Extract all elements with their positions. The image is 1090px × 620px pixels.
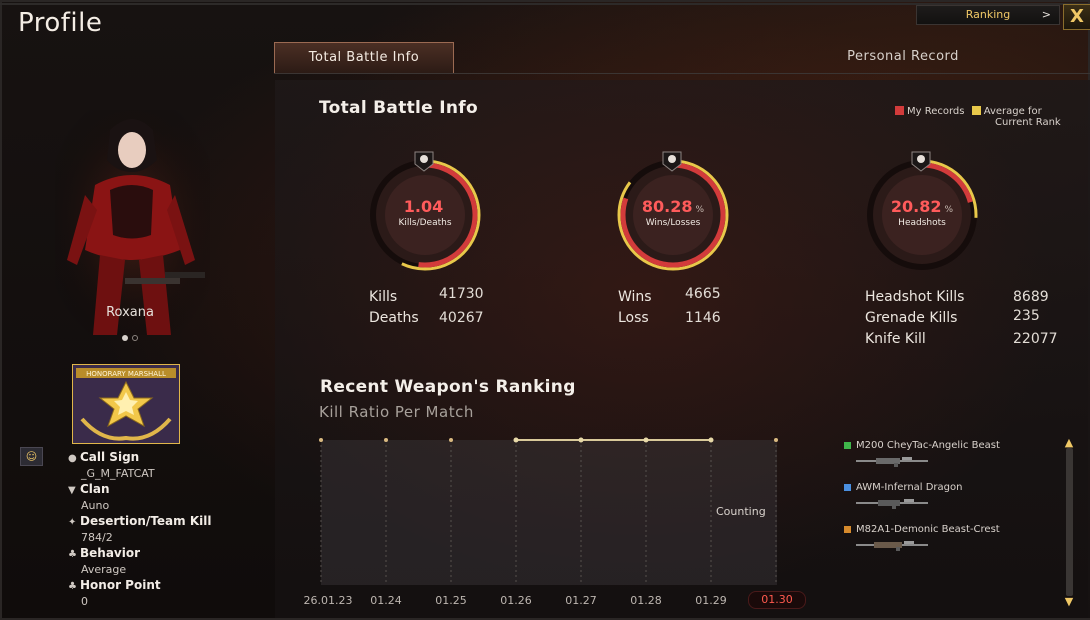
battle-info-title: Total Battle Info <box>319 98 478 118</box>
ring-value: 20.82% <box>890 197 954 216</box>
stat-kills: Kills 41730 <box>369 286 484 305</box>
legend-swatch-mine <box>895 106 904 115</box>
ring-value: 1.04 <box>403 197 444 216</box>
legend-mine: My Records <box>907 106 965 117</box>
stat-deaths: Deaths 40267 <box>369 310 484 326</box>
clover-icon: ♣ <box>68 549 77 560</box>
carousel-dots <box>122 326 142 345</box>
close-button[interactable]: X <box>1063 4 1090 30</box>
desertion-label: ✦ Desertion/Team Kill <box>68 514 212 528</box>
chart-x-label[interactable]: 01.29 <box>681 594 741 607</box>
desertion-value: 784/2 <box>81 531 113 544</box>
knife-icon <box>909 149 933 173</box>
scroll-down-button[interactable]: ▼ <box>1060 596 1078 607</box>
tab-total-battle-info[interactable]: Total Battle Info <box>274 42 454 74</box>
chart-x-label[interactable]: 01.27 <box>551 594 611 607</box>
weapon-name: M82A1-Demonic Beast-Crest <box>856 524 1000 535</box>
ranking-label: Ranking <box>965 8 1011 21</box>
legend-avg-1: Average for <box>983 106 1042 117</box>
page-title: Profile <box>18 8 103 38</box>
counting-label: Counting <box>716 505 766 518</box>
chart-x-label[interactable]: 26.01.23 <box>298 594 358 607</box>
rifle-icon <box>856 499 928 509</box>
add-friend-button[interactable]: ☺ <box>20 447 43 466</box>
chart-point <box>513 437 519 443</box>
rifle-icon <box>856 457 928 467</box>
stat-headshot-kills: Headshot Kills 8689 <box>865 289 1049 305</box>
call-sign-value: _G_M_FATCAT <box>81 467 155 480</box>
badge-text: HONORARY MARSHALL <box>86 370 166 378</box>
legend: My Records Average for <box>895 106 1042 117</box>
ring-label: Kills/Deaths <box>398 218 452 228</box>
tab-divider <box>274 73 1090 74</box>
stat-grenade-kills: Grenade Kills 235 <box>865 308 1040 326</box>
ring-value: 80.28% <box>641 197 705 216</box>
scroll-up-button[interactable]: ▲ <box>1060 437 1078 448</box>
stat-ring-kills-deaths: 1.04 Kills/Deaths <box>365 151 485 273</box>
user-plus-icon: ☺ <box>25 450 38 463</box>
character-name: Roxana <box>106 305 154 320</box>
chart-point <box>643 437 649 443</box>
chart-x-label[interactable]: 01.25 <box>421 594 481 607</box>
stat-ring-wins-losses: 80.28% Wins/Losses <box>613 151 733 273</box>
behavior-label: ♣ Behavior <box>68 546 141 560</box>
close-icon: X <box>1070 6 1084 27</box>
weapon-name: AWM-Infernal Dragon <box>856 482 963 493</box>
chart-top-marker <box>449 438 453 442</box>
ring-label: Wins/Losses <box>645 218 701 228</box>
chart-point <box>578 437 584 443</box>
weapon-name: M200 CheyTac-Angelic Beast <box>856 440 1000 451</box>
chart-x-label[interactable]: 01.24 <box>356 594 416 607</box>
legend-avg-2: Current Rank <box>995 117 1061 128</box>
honor-point-value: 0 <box>81 595 88 608</box>
clan-value: Auno <box>81 499 110 512</box>
stat-wins: Wins 4665 <box>618 286 721 305</box>
tab-personal-record[interactable]: Personal Record <box>790 42 1016 72</box>
chart-x-label[interactable]: 01.28 <box>616 594 676 607</box>
ring-label: Headshots <box>898 218 946 228</box>
stat-ring-headshots: 20.82% Headshots <box>862 151 982 273</box>
chart-point <box>708 437 714 443</box>
clover-icon: ♣ <box>68 581 77 592</box>
person-icon: ● <box>68 453 77 464</box>
clan-label: ▼ Clan <box>68 482 110 496</box>
weapon-item[interactable]: M82A1-Demonic Beast-Crest <box>844 524 1044 558</box>
chart-top-marker <box>319 438 323 442</box>
rifle-icon <box>856 541 928 551</box>
character-portrait <box>55 110 210 335</box>
honor-point-label: ♣ Honor Point <box>68 578 161 592</box>
rank-badge: HONORARY MARSHALL <box>72 364 180 444</box>
call-sign-label: ● Call Sign <box>68 450 140 464</box>
legend-swatch-avg <box>971 106 981 115</box>
running-icon: ✦ <box>68 517 77 528</box>
weapon-ranking-subtitle: Kill Ratio Per Match <box>319 403 474 421</box>
weapon-ranking-title: Recent Weapon's Ranking <box>320 377 576 397</box>
carousel-dot-active[interactable] <box>122 335 128 341</box>
chart-x-label-selected[interactable]: 01.30 <box>748 591 806 609</box>
stat-knife-kill: Knife Kill 22077 <box>865 331 1058 347</box>
chart-top-marker <box>384 438 388 442</box>
weapon-item[interactable]: M200 CheyTac-Angelic Beast <box>844 440 1044 474</box>
shield-icon: ▼ <box>68 485 76 496</box>
chevron-right-icon: > <box>1041 8 1051 21</box>
chart-x-label[interactable]: 01.26 <box>486 594 546 607</box>
chart-top-marker <box>774 438 778 442</box>
crossed-swords-icon <box>660 149 684 173</box>
carousel-dot[interactable] <box>132 335 138 341</box>
behavior-value: Average <box>81 563 127 576</box>
weapon-list-scrollbar[interactable] <box>1066 448 1073 596</box>
skull-icon <box>412 149 436 173</box>
weapon-item[interactable]: AWM-Infernal Dragon <box>844 482 1044 516</box>
stat-loss: Loss 1146 <box>618 310 721 326</box>
profile-info: ● Call Sign _G_M_FATCAT ▼ Clan Auno ✦ Deser… <box>68 450 211 610</box>
ranking-button[interactable]: Ranking > <box>916 5 1060 25</box>
